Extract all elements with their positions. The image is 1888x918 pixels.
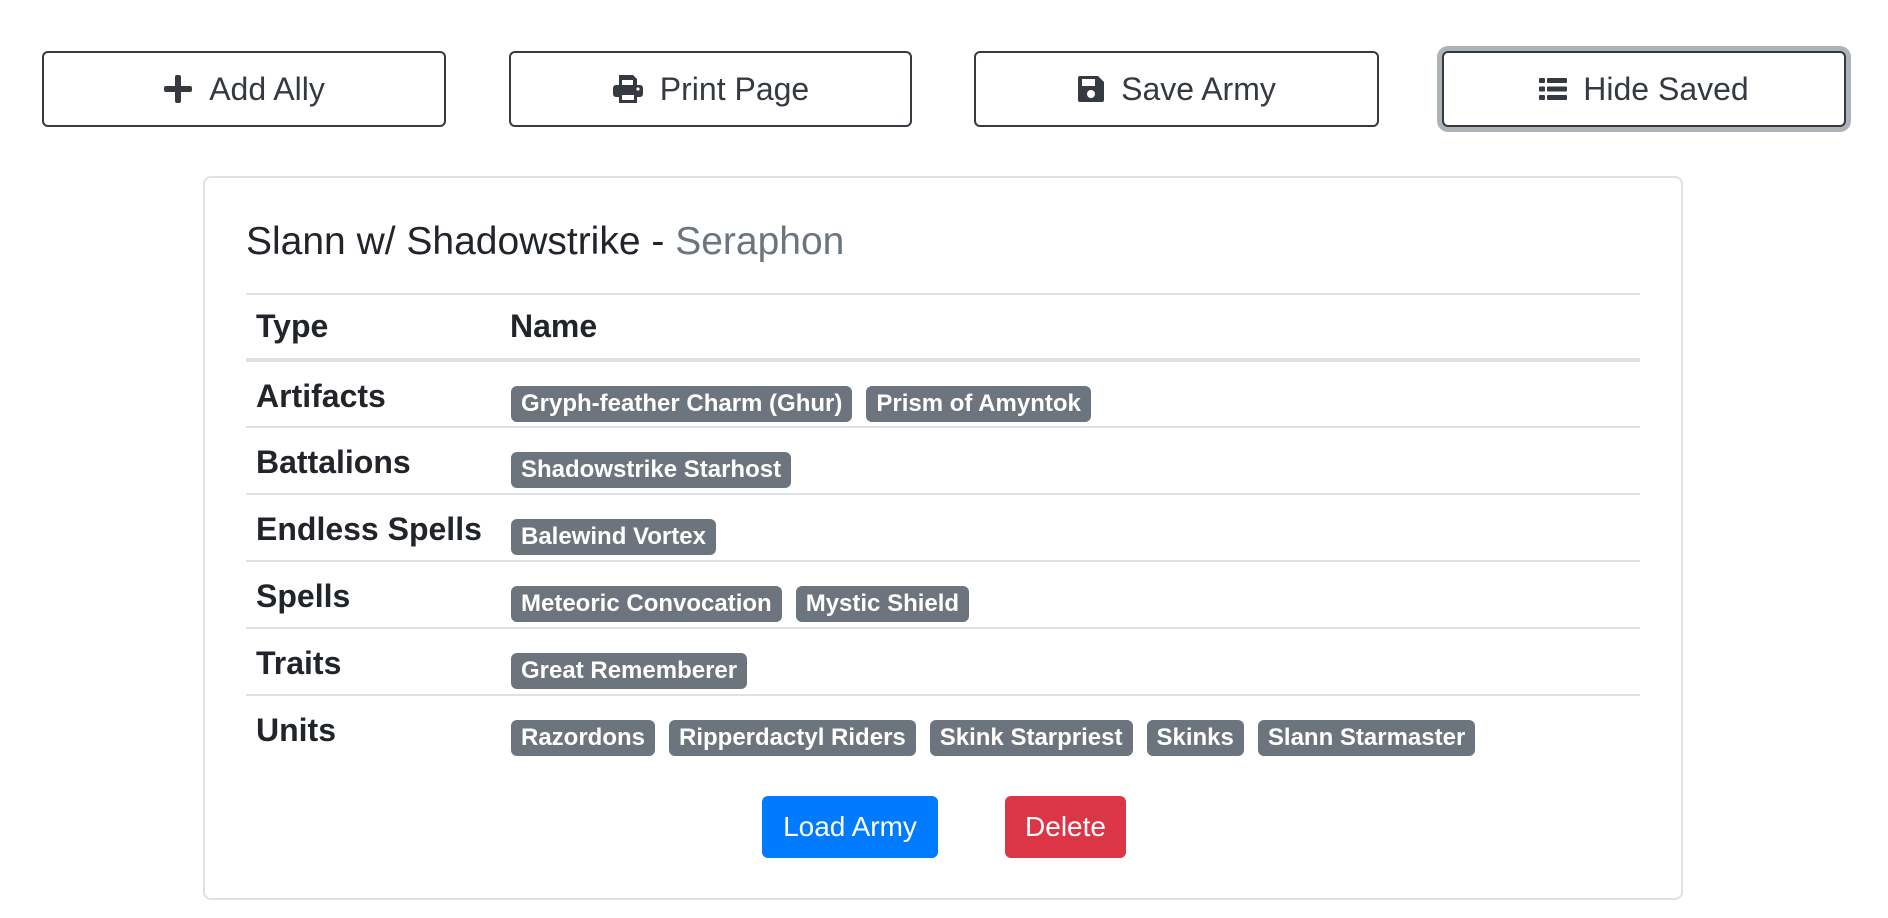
row-items: Razordons Ripperdactyl Riders Skink Starpr…	[500, 694, 1640, 762]
item-badge: Skinks	[1146, 720, 1244, 756]
row-items: Balewind Vortex	[500, 493, 1640, 561]
table-row: Units Razordons Ripperdactyl Riders Skink S…	[246, 694, 1640, 762]
item-badge: Balewind Vortex	[511, 519, 716, 555]
item-badge: Meteoric Convocation	[511, 586, 782, 622]
title-separator: -	[651, 220, 665, 263]
item-badge: Gryph-feather Charm (Ghur)	[511, 386, 853, 422]
table-row: Spells Meteoric Convocation Mystic Shield	[246, 560, 1640, 628]
save-army-button[interactable]: Save Army	[974, 51, 1379, 127]
table-row: Endless Spells Balewind Vortex	[246, 493, 1640, 561]
row-items: Gryph-feather Charm (Ghur) Prism of Amynt…	[500, 360, 1640, 427]
card-actions: Load Army Delete	[205, 796, 1681, 858]
item-badge: Razordons	[511, 720, 656, 756]
table-row: Battalions Shadowstrike Starhost	[246, 426, 1640, 494]
table-row: Artifacts Gryph-feather Charm (Ghur) Prism…	[246, 360, 1640, 427]
item-badge: Slann Starmaster	[1257, 720, 1476, 756]
add-ally-button[interactable]: Add Ally	[42, 51, 446, 127]
floppy-disk-icon	[1077, 75, 1105, 103]
item-badge: Prism of Amyntok	[866, 386, 1091, 422]
hide-saved-button[interactable]: Hide Saved	[1442, 51, 1846, 127]
army-table-body: Artifacts Gryph-feather Charm (Ghur) Prism…	[246, 360, 1640, 762]
army-name: Slann w/ Shadowstrike	[246, 220, 641, 263]
column-header-name: Name	[500, 293, 1640, 362]
row-type: Traits	[246, 627, 500, 695]
delete-button[interactable]: Delete	[1005, 796, 1126, 858]
toolbar: Add Ally Print Page Save Army Hide Saved	[42, 51, 1850, 127]
add-ally-label: Add Ally	[209, 70, 325, 107]
list-icon	[1539, 77, 1568, 101]
item-badge: Great Rememberer	[511, 653, 748, 689]
table-row: Traits Great Rememberer	[246, 627, 1640, 695]
army-title: Slann w/ Shadowstrike - Seraphon	[246, 220, 844, 264]
print-page-label: Print Page	[659, 70, 810, 107]
row-type: Units	[246, 694, 500, 762]
load-army-button[interactable]: Load Army	[762, 796, 938, 858]
item-badge: Skink Starpriest	[929, 720, 1133, 756]
item-badge: Mystic Shield	[795, 586, 970, 622]
row-items: Meteoric Convocation Mystic Shield	[500, 560, 1640, 628]
plus-icon	[163, 74, 193, 104]
army-table: Type Name Artifacts Gryph-feather Charm (…	[246, 293, 1640, 762]
saved-army-card: Slann w/ Shadowstrike - Seraphon Type Na…	[203, 176, 1683, 900]
printer-icon	[612, 74, 644, 104]
item-badge: Ripperdactyl Riders	[669, 720, 916, 756]
row-type: Spells	[246, 560, 500, 628]
row-type: Endless Spells	[246, 493, 500, 561]
row-type: Battalions	[246, 426, 500, 494]
hide-saved-label: Hide Saved	[1583, 70, 1749, 107]
column-header-type: Type	[246, 293, 500, 362]
table-header-row: Type Name	[246, 293, 1640, 362]
row-type: Artifacts	[256, 378, 386, 414]
row-items: Great Rememberer	[500, 627, 1640, 695]
print-page-button[interactable]: Print Page	[509, 51, 912, 127]
item-badge: Shadowstrike Starhost	[511, 452, 792, 488]
save-army-label: Save Army	[1121, 70, 1276, 107]
army-faction: Seraphon	[675, 220, 845, 263]
row-items: Shadowstrike Starhost	[500, 426, 1640, 494]
